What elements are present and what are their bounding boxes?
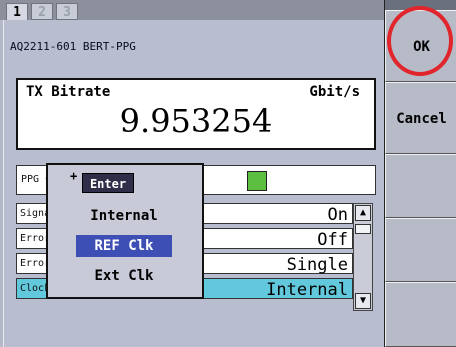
softkey-4[interactable] — [385, 218, 456, 282]
option-ref-clk[interactable]: REF Clk — [76, 235, 172, 257]
tx-bitrate-display[interactable]: TX Bitrate Gbit/s 9.953254 — [16, 78, 376, 150]
ok-button[interactable]: OK — [385, 10, 456, 82]
scroll-thumb[interactable] — [355, 224, 371, 234]
alarm-status-led — [247, 171, 267, 191]
param-value: On — [327, 205, 348, 225]
softkey-3[interactable] — [385, 154, 456, 218]
cancel-button[interactable]: Cancel — [385, 82, 456, 154]
option-internal[interactable]: Internal — [76, 205, 172, 227]
device-name: AQ2211-601 BERT-PPG — [10, 40, 136, 53]
tab-1[interactable]: 1 — [6, 3, 28, 20]
enter-button[interactable]: Enter — [82, 173, 134, 193]
softkey-5[interactable] — [385, 282, 456, 347]
param-value: Off — [317, 230, 348, 250]
clock-source-popup: + Enter Internal REF Clk Ext Clk — [46, 163, 204, 299]
tab-3[interactable]: 3 — [56, 3, 78, 20]
tab-2[interactable]: 2 — [31, 3, 53, 20]
scroll-up-arrow-icon[interactable]: ▲ — [355, 205, 371, 221]
param-scrollbar[interactable]: ▲ ▼ — [353, 203, 373, 311]
scroll-down-arrow-icon[interactable]: ▼ — [355, 293, 371, 309]
param-value: Internal — [266, 280, 348, 300]
softkey-column: OK Cancel — [384, 0, 456, 347]
enter-marker-icon: + — [70, 169, 78, 183]
param-value: Single — [286, 255, 348, 275]
tab-strip: 1 2 3 — [0, 0, 384, 20]
tx-bitrate-label: TX Bitrate — [26, 84, 111, 100]
option-ext-clk[interactable]: Ext Clk — [76, 265, 172, 287]
tx-bitrate-unit: Gbit/s — [309, 84, 360, 100]
tx-bitrate-value: 9.953254 — [119, 102, 273, 140]
